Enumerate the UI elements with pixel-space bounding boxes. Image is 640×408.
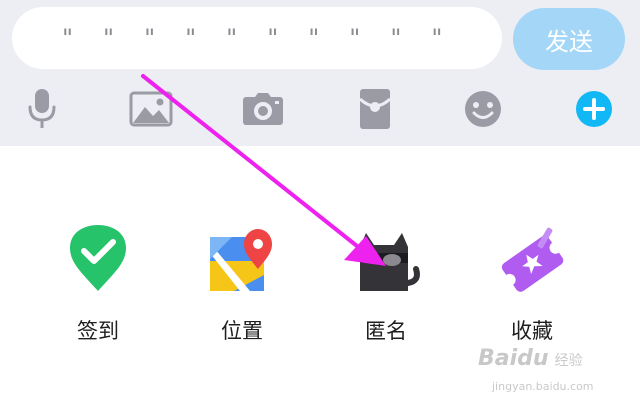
plus-icon[interactable] — [571, 86, 617, 132]
send-button[interactable]: 发送 — [513, 8, 625, 70]
location-label: 位置 — [221, 319, 263, 343]
location-map-icon — [210, 229, 272, 291]
location-action[interactable]: 位置 — [182, 215, 302, 345]
anonymous-action[interactable]: 匿名 — [326, 215, 446, 345]
red-packet-icon[interactable] — [352, 86, 398, 132]
favorites-ticket-icon — [501, 227, 564, 292]
watermark-url: jingyan.baidu.com — [492, 380, 594, 393]
watermark-suffix: 经验 — [554, 353, 583, 369]
check-in-pin-icon — [70, 225, 126, 291]
favorites-label: 收藏 — [511, 319, 553, 343]
microphone-icon[interactable] — [19, 86, 65, 132]
message-input-wrapper[interactable] — [12, 7, 502, 69]
action-grid: 签到 位置 匿名 收藏 — [0, 215, 640, 355]
emoji-icon[interactable] — [460, 86, 506, 132]
check-in-action[interactable]: 签到 — [38, 215, 158, 345]
anonymous-label: 匿名 — [365, 319, 407, 343]
camera-icon[interactable] — [240, 86, 286, 132]
favorites-action[interactable]: 收藏 — [472, 215, 592, 345]
image-icon[interactable] — [128, 86, 174, 132]
input-toolbar — [0, 86, 640, 132]
anonymous-cat-icon — [360, 233, 420, 291]
message-input[interactable] — [12, 7, 502, 69]
chat-input-panel: 发送 — [0, 0, 640, 146]
check-in-label: 签到 — [77, 319, 119, 343]
